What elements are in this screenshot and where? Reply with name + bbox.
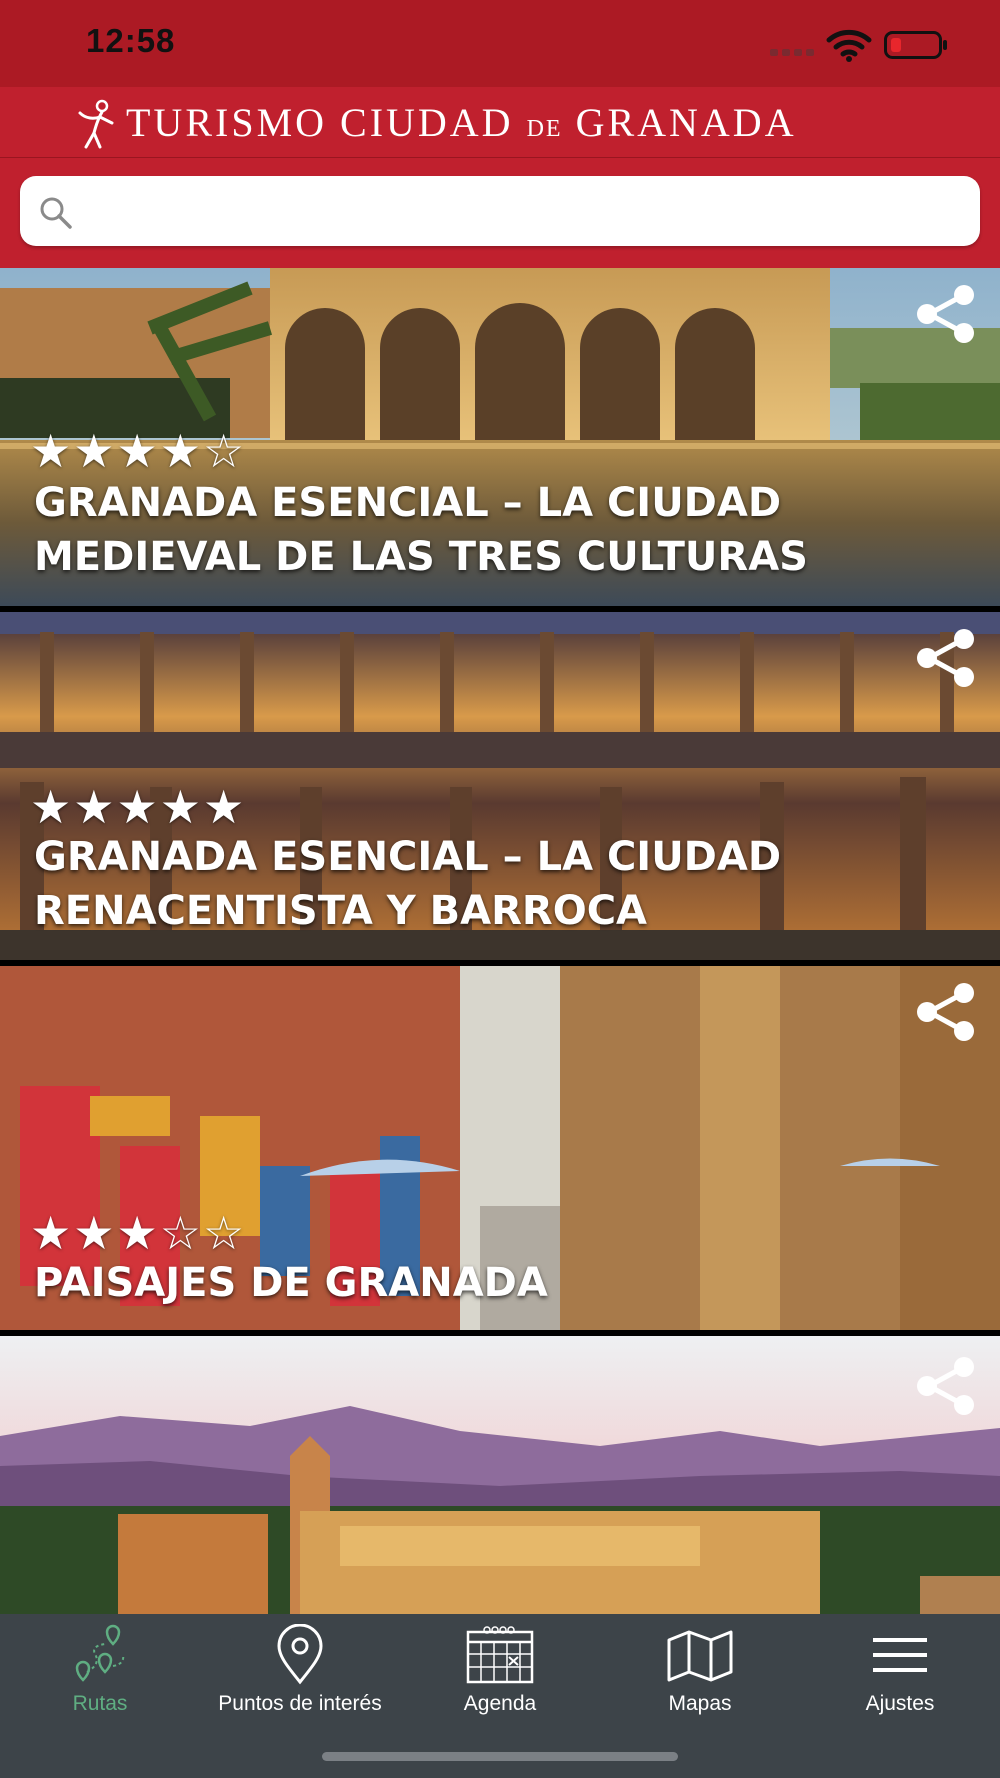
- battery-icon: [884, 31, 947, 59]
- tab-agenda[interactable]: Agenda: [400, 1614, 600, 1724]
- dancer-logo-icon: [78, 99, 114, 149]
- tab-puntos-de-interes[interactable]: Puntos de interés: [200, 1614, 400, 1724]
- calendar-icon: [466, 1626, 534, 1684]
- route-card[interactable]: ★★★★★ GRANADA ESENCIAL – LA CIUDAD RENAC…: [0, 612, 1000, 960]
- search-input[interactable]: [104, 194, 968, 266]
- share-icon[interactable]: [914, 628, 978, 688]
- route-title: GRANADA ESENCIAL – LA CIUDAD MEDIEVAL DE…: [34, 480, 808, 580]
- tab-rutas[interactable]: Rutas: [0, 1614, 200, 1724]
- route-image: [0, 1336, 1000, 1614]
- star-rating: ★★★★☆: [30, 425, 247, 477]
- route-title: PAISAJES DE GRANADA: [34, 1260, 548, 1306]
- app-title-part1: TURISMO CIUDAD: [126, 100, 527, 145]
- wifi-icon: [826, 29, 872, 62]
- app-title-small: DE: [526, 116, 563, 142]
- status-bar: 12:58: [0, 0, 1000, 87]
- tab-label: Agenda: [463, 1692, 537, 1715]
- tab-label: Puntos de interés: [218, 1692, 382, 1715]
- tab-label: Rutas: [72, 1692, 128, 1715]
- tab-mapas[interactable]: Mapas: [600, 1614, 800, 1724]
- map-pin-icon: [277, 1624, 323, 1685]
- app-header: TURISMO CIUDAD DE GRANADA: [0, 87, 1000, 158]
- tab-label: Mapas: [668, 1692, 732, 1715]
- search-area: [0, 158, 1000, 268]
- home-indicator: [322, 1752, 678, 1761]
- app-title-part2: GRANADA: [562, 100, 797, 145]
- route-pins-icon: [75, 1624, 125, 1682]
- signal-icon: [770, 49, 814, 56]
- route-card[interactable]: [0, 1336, 1000, 1614]
- tab-label: Ajustes: [865, 1692, 935, 1715]
- search-box[interactable]: [20, 176, 980, 266]
- route-card[interactable]: ★★★★☆ GRANADA ESENCIAL – LA CIUDAD MEDIE…: [0, 268, 1000, 606]
- share-icon[interactable]: [914, 284, 978, 344]
- star-rating: ★★★★★: [30, 781, 247, 833]
- status-time: 12:58: [86, 22, 176, 59]
- folded-map-icon: [667, 1630, 733, 1682]
- share-icon[interactable]: [914, 982, 978, 1042]
- star-rating: ★★★☆☆: [30, 1207, 247, 1259]
- app-title: TURISMO CIUDAD DE GRANADA: [126, 99, 797, 146]
- menu-icon: [873, 1638, 927, 1672]
- search-icon[interactable]: [38, 195, 74, 231]
- route-title: GRANADA ESENCIAL – LA CIUDAD RENACENTIST…: [34, 834, 782, 934]
- route-card[interactable]: ★★★☆☆ PAISAJES DE GRANADA: [0, 966, 1000, 1330]
- share-icon[interactable]: [914, 1356, 978, 1416]
- tab-ajustes[interactable]: Ajustes: [800, 1614, 1000, 1724]
